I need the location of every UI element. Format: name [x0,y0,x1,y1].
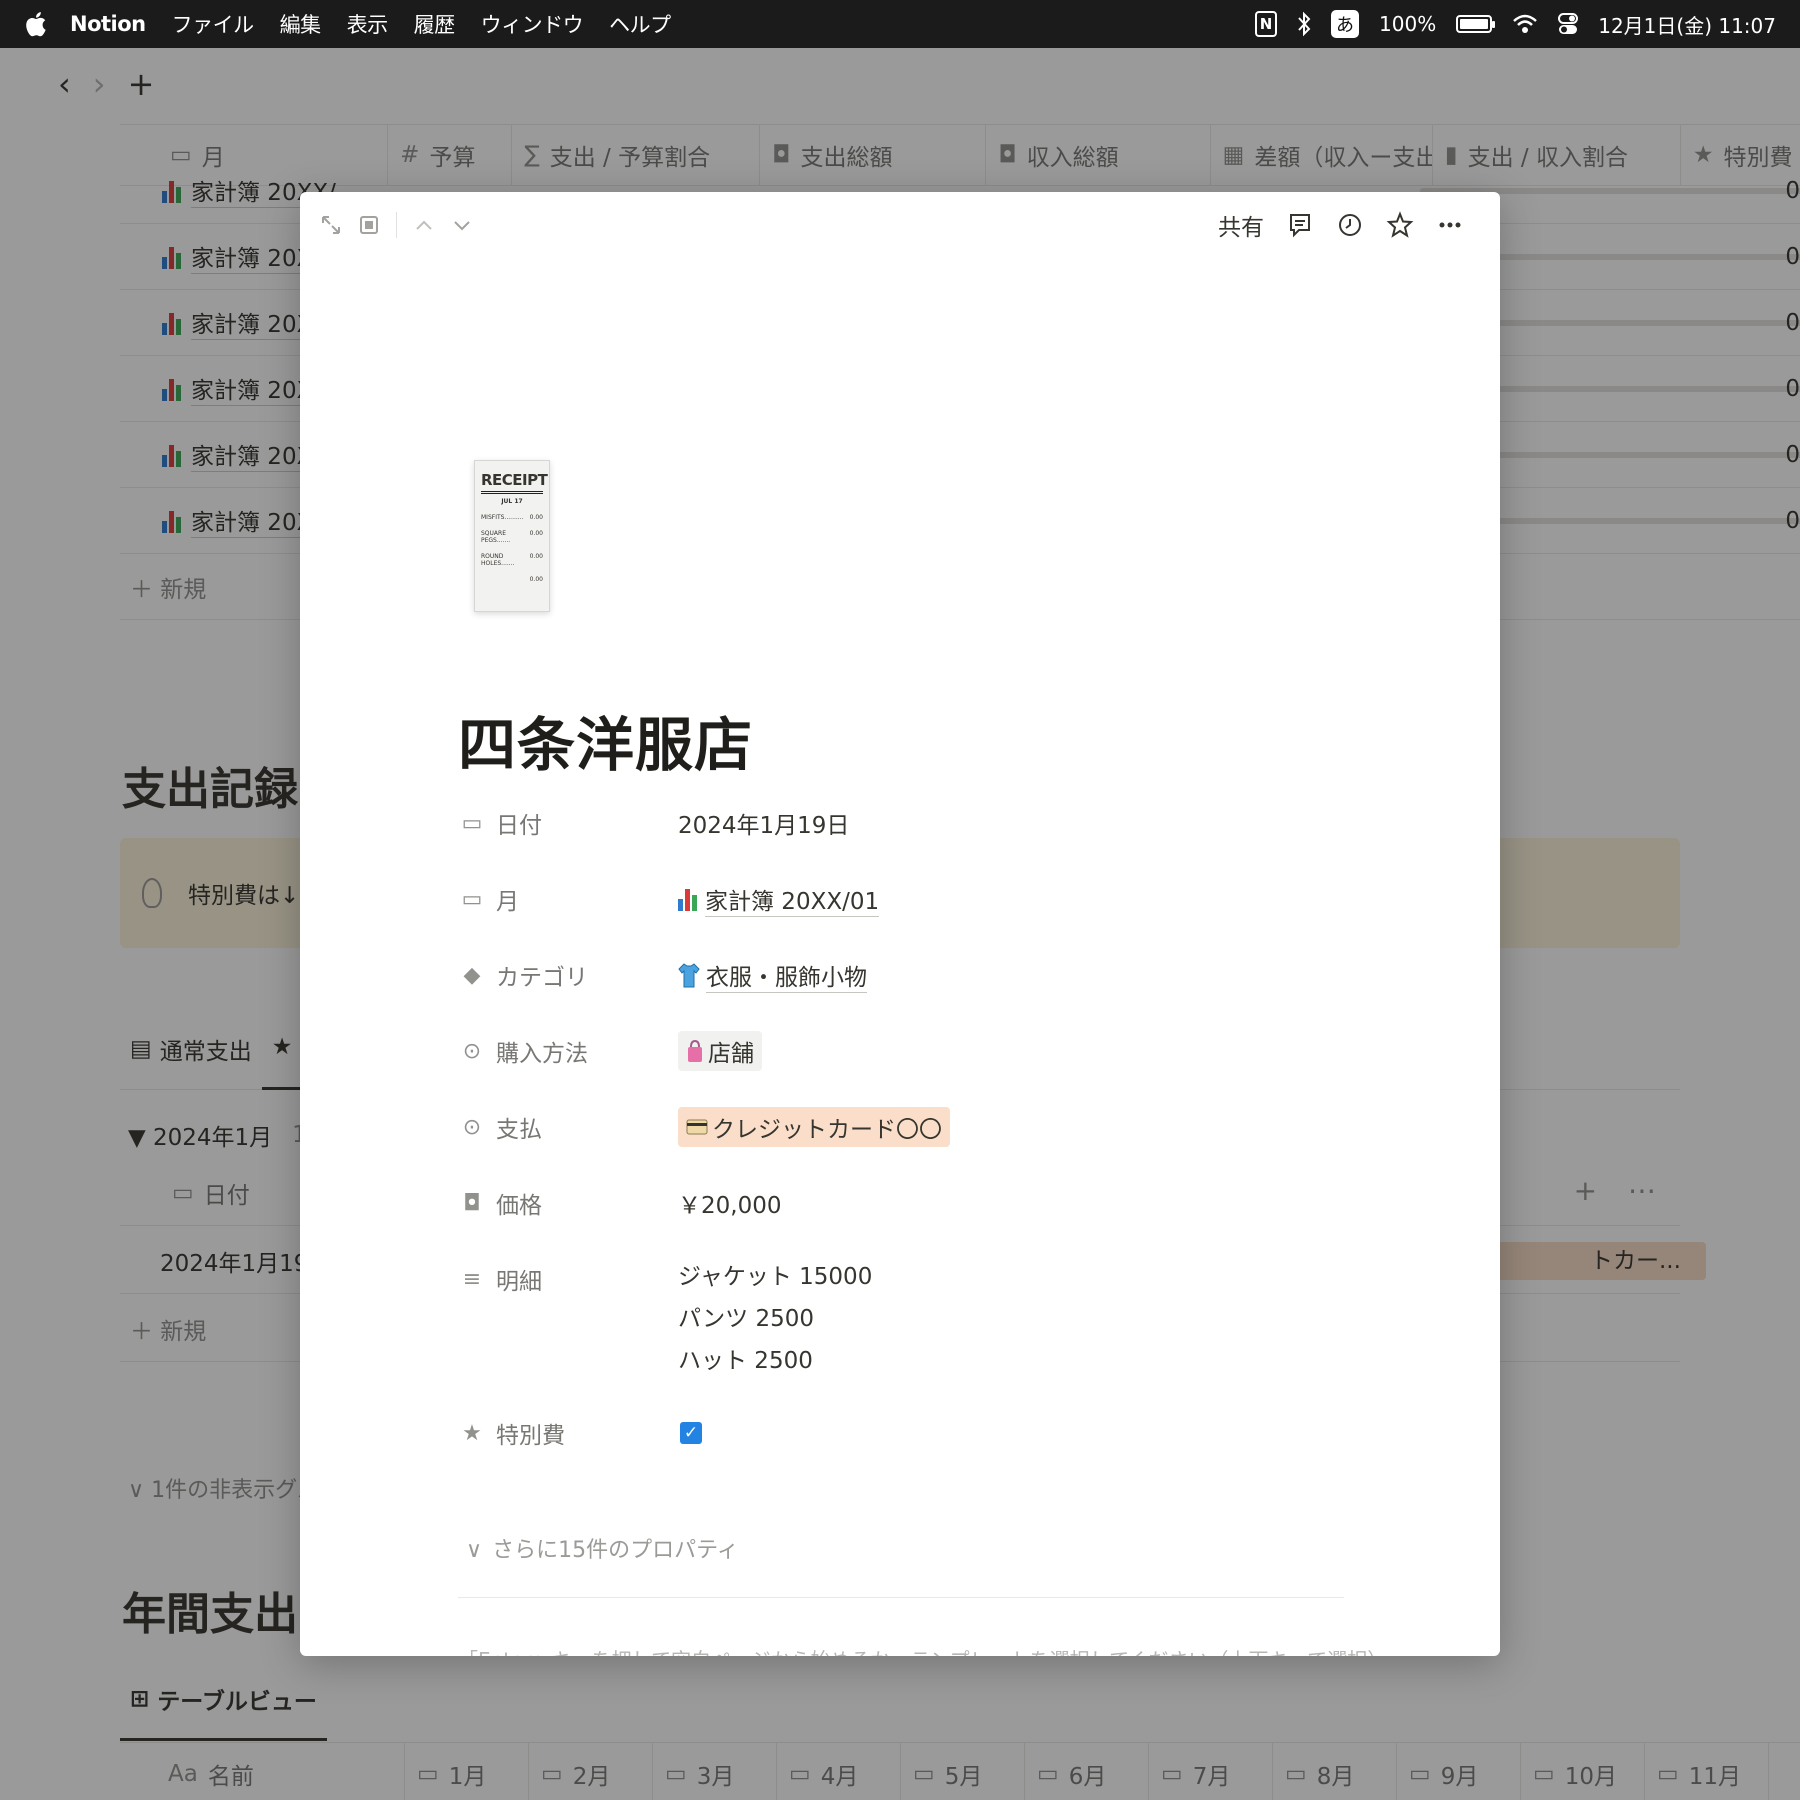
chevron-down-icon: ∨ [466,1538,483,1563]
receipt-line-label: ROUND HOLES....... [481,553,515,567]
more-options-icon[interactable] [1436,211,1464,239]
property-key: 支払 [496,1117,542,1143]
page-icon-receipt[interactable]: RECEIPT JUL 17 MISFITS.......... 0.00 SQU… [474,460,550,612]
property-category[interactable]: ◆ カテゴリ 衣服・服飾小物 [460,952,1350,1028]
property-detail[interactable]: ≡ 明細 ジャケット 15000 パンツ 2500 ハット 2500 [460,1256,1350,1410]
payment-tag[interactable]: クレジットカード〇〇 [678,1107,950,1147]
modal-divider [458,1597,1344,1598]
battery-icon[interactable] [1456,15,1496,33]
property-key: 月 [496,889,519,915]
text-lines-icon: ≡ [462,1266,482,1292]
chevron-down-icon[interactable] [451,214,473,236]
share-button[interactable]: 共有 [1218,208,1264,242]
apple-logo-icon[interactable] [22,10,48,38]
receipt-line: MISFITS.......... 0.00 [481,514,543,521]
page-peek-modal: 共有 RECEIPT JUL 17 MISFITS.......... 0.00 … [300,192,1500,1656]
receipt-line-amount: 0.00 [529,514,543,521]
notion-status-icon[interactable]: N [1255,11,1278,37]
property-price[interactable]: ◘ 価格 ￥20,000 [460,1180,1350,1256]
property-key: カテゴリ [496,965,588,991]
detail-line[interactable]: ジャケット 15000 [678,1256,872,1298]
more-properties-toggle[interactable]: ∨ さらに15件のプロパティ [466,1532,739,1564]
macos-menubar: Notion ファイル 編集 表示 履歴 ウィンドウ ヘルプ N あ 100% … [0,0,1800,48]
property-key: 特別費 [496,1423,565,1449]
property-value-price[interactable]: ￥20,000 [678,1186,781,1220]
purchase-method-label: 店舗 [708,1041,754,1067]
detail-line[interactable]: ハット 2500 [678,1340,813,1382]
history-clock-icon[interactable] [1336,211,1364,239]
battery-fill [1460,19,1489,29]
chevron-up-icon[interactable] [413,214,435,236]
input-method-icon[interactable]: あ [1331,10,1360,38]
special-checkbox[interactable]: ✓ [680,1422,702,1444]
menu-window[interactable]: ウィンドウ [481,9,584,39]
menu-app-name[interactable]: Notion [70,12,146,36]
receipt-line-amount: 0.00 [529,576,543,583]
receipt-title: RECEIPT [481,471,548,494]
wifi-icon[interactable] [1512,13,1538,35]
credit-card-emoji-icon [686,1119,708,1135]
menu-edit[interactable]: 編集 [280,9,322,39]
receipt-line: 0.00 [481,576,543,583]
receipt-line-amount: 0.00 [529,553,543,560]
relation-link-category[interactable]: 衣服・服飾小物 [706,958,867,993]
relation-link-month[interactable]: 家計簿 20XX/01 [705,882,880,917]
property-list: ▭ 日付 2024年1月19日 ▭ 月 家計簿 20XX/01 ◆ カテゴリ 衣服・服… [460,800,1350,1486]
receipt-date: JUL 17 [501,498,523,505]
payment-label: クレジットカード〇〇 [712,1117,942,1143]
receipt-line-label: SQUARE PEGS....... [481,530,511,544]
expand-icon[interactable] [320,214,342,236]
tag-icon: ◆ [463,962,481,988]
modal-topbar: 共有 [300,192,1500,262]
comment-icon[interactable] [1286,211,1314,239]
page-title[interactable]: 四条洋服店 [458,698,753,782]
menu-history[interactable]: 履歴 [414,9,456,39]
shopping-bag-emoji-icon [688,1039,702,1062]
property-key: 価格 [496,1193,542,1219]
property-special[interactable]: ★ 特別費 ✓ [460,1410,1350,1486]
calendar-icon: ▭ [461,810,483,836]
favorite-star-icon[interactable] [1386,211,1414,239]
select-icon: ⊙ [462,1114,482,1140]
purchase-method-tag[interactable]: 店舗 [678,1031,762,1071]
property-date[interactable]: ▭ 日付 2024年1月19日 [460,800,1350,876]
property-purchase-method[interactable]: ⊙ 購入方法 店舗 [460,1028,1350,1104]
bar-chart-emoji-icon [678,887,697,911]
shirt-emoji-icon [678,963,700,988]
receipt-line-label: MISFITS.......... [481,514,524,521]
control-center-icon[interactable] [1558,12,1579,36]
menubar-clock[interactable]: 12月1日(金) 11:07 [1598,10,1776,39]
detail-line[interactable]: パンツ 2500 [678,1298,814,1340]
receipt-line: ROUND HOLES....... 0.00 [481,553,543,567]
property-key: 日付 [496,813,542,839]
empty-page-hint: 「Enter」キーを押して空白ページから始めるか、テンプレートを選択してください… [458,1644,1387,1656]
bluetooth-icon[interactable] [1297,11,1311,37]
select-icon: ⊙ [462,1038,482,1064]
battery-percent: 100% [1379,12,1437,36]
toolbar-divider [396,212,397,238]
calendar-icon: ▭ [461,886,483,912]
receipt-line-amount: 0.00 [529,530,543,537]
property-month[interactable]: ▭ 月 家計簿 20XX/01 [460,876,1350,952]
property-key: 購入方法 [496,1041,588,1067]
receipt-line: SQUARE PEGS....... 0.00 [481,530,543,544]
peek-mode-icon[interactable] [358,214,380,236]
more-properties-label: さらに15件のプロパティ [492,1538,739,1563]
menu-view[interactable]: 表示 [347,9,389,39]
menu-file[interactable]: ファイル [172,9,255,39]
property-payment[interactable]: ⊙ 支払 クレジットカード〇〇 [460,1104,1350,1180]
property-key: 明細 [496,1269,542,1295]
money-icon: ◘ [463,1190,481,1216]
menu-help[interactable]: ヘルプ [609,9,671,39]
property-value-date[interactable]: 2024年1月19日 [678,806,849,840]
star-icon: ★ [462,1420,482,1446]
